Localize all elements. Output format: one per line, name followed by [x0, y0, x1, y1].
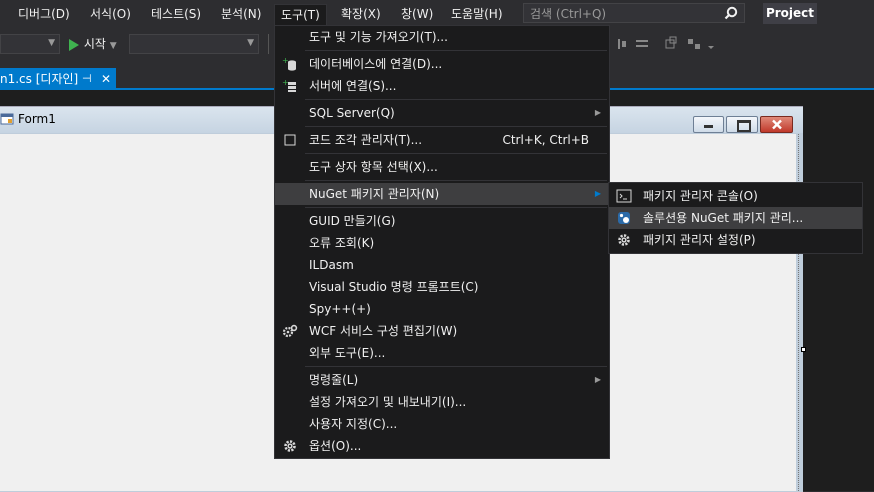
- shortcut-label: Ctrl+K, Ctrl+B: [502, 133, 589, 147]
- submenu-arrow-icon: ▶: [594, 108, 601, 117]
- menu-item-import-export-settings[interactable]: 설정 가져오기 및 내보내기(I)...: [275, 391, 609, 413]
- play-icon: [69, 38, 79, 51]
- layout-tools-icon[interactable]: [616, 36, 716, 52]
- search-placeholder: 검색 (Ctrl+Q): [530, 7, 607, 21]
- menu-item-external-tools[interactable]: 외부 도구(E)...: [275, 342, 609, 364]
- menu-item-nuget[interactable]: NuGet 패키지 관리자(N) ▶: [275, 183, 609, 205]
- toolbar-divider: [268, 34, 269, 54]
- svg-text:+: +: [282, 57, 289, 65]
- menu-item-customize[interactable]: 사용자 지정(C)...: [275, 413, 609, 435]
- menu-item-code-snippets[interactable]: 코드 조각 관리자(T)... Ctrl+K, Ctrl+B: [275, 129, 609, 151]
- gear-icon: [618, 234, 630, 246]
- gears-icon: [282, 324, 298, 338]
- menu-separator: [305, 50, 607, 51]
- chevron-down-icon: ▼: [48, 38, 55, 48]
- project-badge[interactable]: Project: [763, 3, 817, 24]
- menu-help[interactable]: 도움말(H): [451, 5, 503, 23]
- menu-item-ildasm[interactable]: ILDasm: [275, 254, 609, 276]
- start-label: 시작: [83, 37, 106, 51]
- svg-text:+: +: [282, 79, 289, 87]
- nuget-package-icon: [618, 212, 630, 224]
- target-combo[interactable]: ▼: [129, 34, 259, 54]
- menu-item-connect-server[interactable]: + 서버에 연결(S)...: [275, 75, 609, 97]
- menu-analyze[interactable]: 분석(N): [221, 5, 261, 23]
- console-icon: [616, 189, 632, 203]
- menu-separator: [305, 180, 607, 181]
- nuget-submenu: 패키지 관리자 콘솔(O) 솔루션용 NuGet 패키지 관리... 패키지 관…: [608, 182, 863, 254]
- resize-handle[interactable]: [801, 347, 806, 352]
- menu-item-options[interactable]: 옵션(O)...: [275, 435, 609, 457]
- menu-item-package-manager-console[interactable]: 패키지 관리자 콘솔(O): [609, 185, 862, 207]
- close-icon[interactable]: ✕: [101, 68, 111, 90]
- menu-tools[interactable]: 도구(T): [274, 4, 327, 27]
- menu-window[interactable]: 창(W): [401, 5, 433, 23]
- start-button[interactable]: 시작 ▼: [68, 36, 117, 52]
- menu-separator: [305, 366, 607, 367]
- menu-separator: [305, 126, 607, 127]
- menu-format[interactable]: 서식(O): [90, 5, 131, 23]
- maximize-icon: [737, 120, 751, 132]
- menu-item-error-lookup[interactable]: 오류 조회(K): [275, 232, 609, 254]
- menu-item-manage-nuget-solution[interactable]: 솔루션용 NuGet 패키지 관리...: [609, 207, 862, 229]
- menu-item-package-manager-settings[interactable]: 패키지 관리자 설정(P): [609, 229, 862, 251]
- maximize-button[interactable]: [726, 116, 758, 133]
- menu-item-create-guid[interactable]: GUID 만들기(G): [275, 210, 609, 232]
- menu-separator: [305, 153, 607, 154]
- chevron-down-icon: ▼: [247, 38, 254, 48]
- menu-separator: [305, 99, 607, 100]
- submenu-arrow-icon: ▶: [594, 189, 601, 198]
- form-icon: [0, 113, 14, 125]
- menu-bar: 디버그(D) 서식(O) 테스트(S) 분석(N) 도구(T) 확장(X) 창(…: [0, 0, 874, 27]
- menu-debug[interactable]: 디버그(D): [18, 5, 70, 23]
- menu-extensions[interactable]: 확장(X): [341, 5, 381, 23]
- submenu-arrow-icon: ▶: [594, 375, 601, 384]
- menu-item-connect-database[interactable]: + 데이터베이스에 연결(D)...: [275, 53, 609, 75]
- minimize-icon: [704, 125, 713, 128]
- menu-item-vs-command-prompt[interactable]: Visual Studio 명령 프롬프트(C): [275, 276, 609, 298]
- gear-icon: [284, 440, 296, 452]
- tools-menu: 도구 및 기능 가져오기(T)... + 데이터베이스에 연결(D)... + …: [274, 25, 610, 459]
- config-combo[interactable]: ▼: [0, 34, 60, 54]
- menu-item-choose-toolbox-items[interactable]: 도구 상자 항목 선택(X)...: [275, 156, 609, 178]
- menu-item-spy[interactable]: Spy++(+): [275, 298, 609, 320]
- menu-item-sql-server[interactable]: SQL Server(Q) ▶: [275, 102, 609, 124]
- menu-item-get-tools[interactable]: 도구 및 기능 가져오기(T)...: [275, 26, 609, 48]
- close-icon: [772, 119, 782, 130]
- menu-separator: [305, 207, 607, 208]
- checkbox-icon: [284, 134, 296, 146]
- chevron-down-icon: ▼: [109, 41, 117, 51]
- database-plus-icon: +: [282, 57, 296, 71]
- designer-margin: [804, 90, 874, 491]
- pin-icon[interactable]: ⊣: [82, 68, 92, 90]
- search-input[interactable]: 검색 (Ctrl+Q): [523, 3, 745, 23]
- server-plus-icon: +: [282, 79, 296, 92]
- tab-form1-design[interactable]: n1.cs [디자인] ⊣ ✕: [0, 68, 116, 90]
- close-form-button[interactable]: [760, 116, 793, 133]
- menu-item-command-line[interactable]: 명령줄(L) ▶: [275, 369, 609, 391]
- tab-label: n1.cs [디자인]: [0, 72, 79, 86]
- search-icon[interactable]: [724, 6, 738, 20]
- menu-test[interactable]: 테스트(S): [151, 5, 201, 23]
- minimize-button[interactable]: [693, 116, 724, 133]
- form-title: Form1: [18, 112, 56, 126]
- menu-item-wcf-config-editor[interactable]: WCF 서비스 구성 편집기(W): [275, 320, 609, 342]
